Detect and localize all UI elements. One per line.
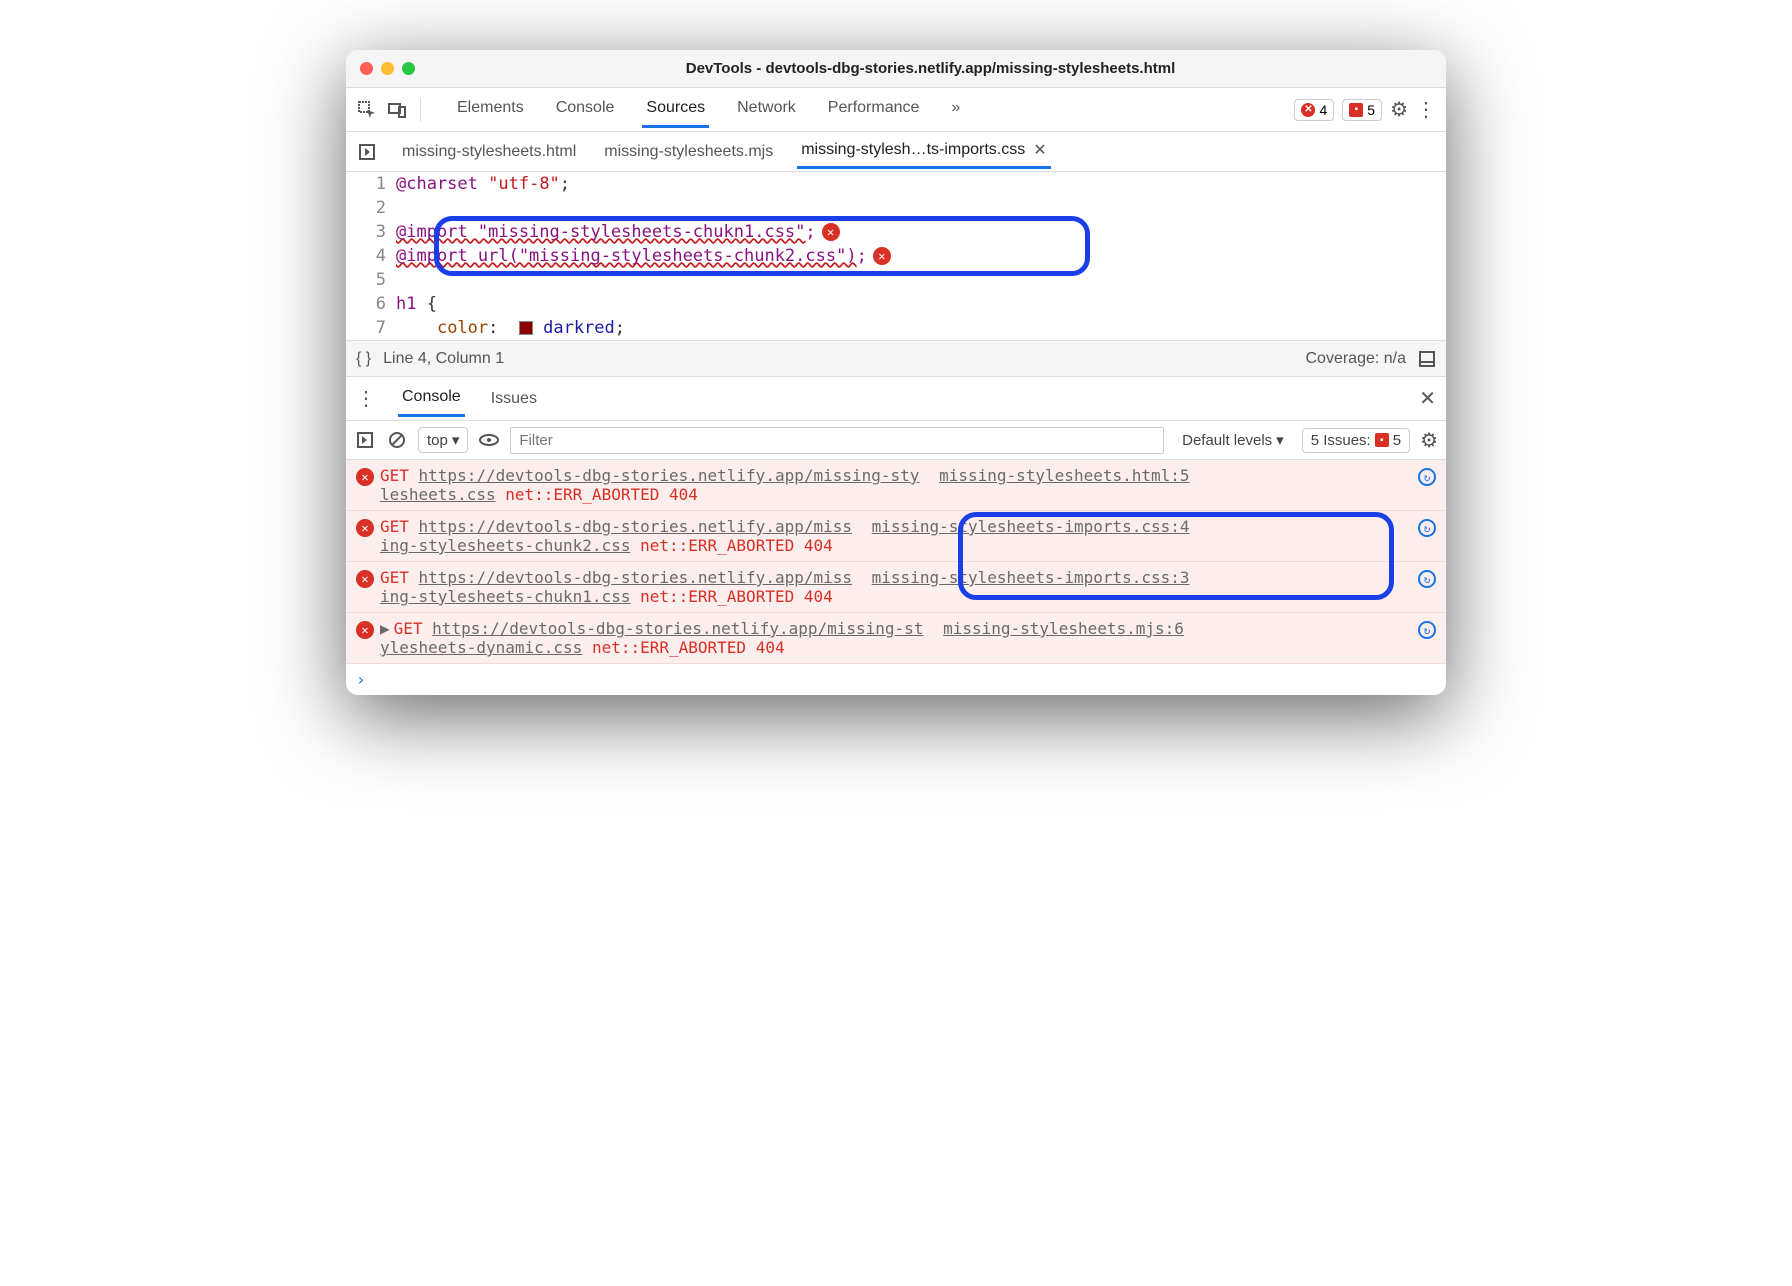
console-row[interactable]: ✕▶GET https://devtools-dbg-stories.netli… (346, 613, 1446, 664)
file-tab-2[interactable]: missing-stylesh…ts-imports.css ✕ (797, 134, 1050, 169)
levels-selector[interactable]: Default levels ▾ (1174, 428, 1292, 452)
main-toolbar: Elements Console Sources Network Perform… (346, 88, 1446, 132)
error-icon: ✕ (356, 519, 374, 537)
console-row[interactable]: ✕GET https://devtools-dbg-stories.netlif… (346, 460, 1446, 511)
sidebar-icon[interactable] (1418, 350, 1436, 368)
error-count: 4 (1319, 102, 1327, 118)
context-selector[interactable]: top ▾ (418, 427, 468, 453)
console-row[interactable]: ✕GET https://devtools-dbg-stories.netlif… (346, 562, 1446, 613)
issue-count: 5 (1367, 102, 1375, 118)
close-icon[interactable]: ✕ (1033, 140, 1046, 160)
minimize-icon[interactable] (381, 62, 394, 75)
expand-icon[interactable]: ▶ (380, 619, 390, 638)
issues-button[interactable]: 5 Issues: ▪ 5 (1302, 428, 1410, 453)
source-link[interactable]: missing-stylesheets-imports.css:3 (872, 568, 1190, 587)
refresh-icon[interactable]: ↻ (1418, 468, 1436, 486)
drawer-tab-issues[interactable]: Issues (487, 382, 541, 416)
chevron-down-icon: ▾ (452, 431, 460, 449)
code-area[interactable]: @charset "utf-8"; @import "missing-style… (396, 172, 1446, 340)
source-link[interactable]: missing-stylesheets-imports.css:4 (872, 517, 1190, 536)
tab-network[interactable]: Network (733, 91, 800, 128)
error-icon: ✕ (356, 621, 374, 639)
file-tabs: missing-stylesheets.html missing-stylesh… (346, 132, 1446, 172)
issue-icon: ▪ (1349, 103, 1363, 117)
console-toolbar: top ▾ Default levels ▾ 5 Issues: ▪ 5 ⚙ (346, 420, 1446, 460)
sidebar-toggle-icon[interactable] (354, 429, 376, 451)
code-editor[interactable]: 1234567 @charset "utf-8"; @import "missi… (346, 172, 1446, 340)
source-link[interactable]: missing-stylesheets.html:5 (939, 466, 1189, 485)
clear-icon[interactable] (386, 429, 408, 451)
tab-elements[interactable]: Elements (453, 91, 528, 128)
cursor-position: Line 4, Column 1 (383, 350, 504, 368)
kebab-icon[interactable]: ⋮ (1416, 97, 1436, 122)
error-icon: ✕ (356, 468, 374, 486)
status-bar: { } Line 4, Column 1 Coverage: n/a (346, 340, 1446, 376)
error-icon: ✕ (356, 570, 374, 588)
drawer-tab-console[interactable]: Console (398, 380, 465, 417)
device-icon[interactable] (386, 99, 408, 121)
window-title: DevTools - devtools-dbg-stories.netlify.… (429, 60, 1432, 77)
gear-icon[interactable]: ⚙ (1420, 428, 1438, 453)
gutter: 1234567 (346, 172, 396, 340)
drawer-tabs: ⋮ Console Issues ✕ (346, 376, 1446, 420)
maximize-icon[interactable] (402, 62, 415, 75)
tab-performance[interactable]: Performance (824, 91, 924, 128)
console-row[interactable]: ✕GET https://devtools-dbg-stories.netlif… (346, 511, 1446, 562)
close-icon[interactable]: ✕ (1419, 386, 1436, 411)
traffic-lights (360, 62, 415, 75)
filter-input[interactable] (510, 427, 1164, 454)
tab-sources[interactable]: Sources (642, 91, 709, 128)
tab-more[interactable]: » (947, 91, 964, 128)
error-icon: ✕ (1301, 103, 1315, 117)
close-icon[interactable] (360, 62, 373, 75)
source-link[interactable]: missing-stylesheets.mjs:6 (943, 619, 1184, 638)
drawer-kebab-icon[interactable]: ⋮ (356, 386, 376, 411)
gear-icon[interactable]: ⚙ (1390, 97, 1408, 122)
braces-icon[interactable]: { } (356, 350, 371, 368)
refresh-icon[interactable]: ↻ (1418, 570, 1436, 588)
refresh-icon[interactable]: ↻ (1418, 519, 1436, 537)
tab-console[interactable]: Console (552, 91, 619, 128)
titlebar: DevTools - devtools-dbg-stories.netlify.… (346, 50, 1446, 88)
coverage-label[interactable]: Coverage: n/a (1305, 350, 1406, 368)
chevron-down-icon: ▾ (1276, 431, 1284, 449)
error-badge[interactable]: ✕ 4 (1294, 99, 1334, 121)
file-tab-0[interactable]: missing-stylesheets.html (398, 137, 580, 167)
devtools-window: DevTools - devtools-dbg-stories.netlify.… (346, 50, 1446, 695)
file-tab-1[interactable]: missing-stylesheets.mjs (600, 137, 777, 167)
navigator-icon[interactable] (356, 141, 378, 163)
issue-badge[interactable]: ▪ 5 (1342, 99, 1382, 121)
refresh-icon[interactable]: ↻ (1418, 621, 1436, 639)
panel-tabs: Elements Console Sources Network Perform… (453, 91, 964, 128)
console-prompt[interactable]: › (346, 664, 1446, 695)
eye-icon[interactable] (478, 429, 500, 451)
issue-icon: ▪ (1375, 433, 1389, 447)
inspect-icon[interactable] (356, 99, 378, 121)
console-rows: ✕GET https://devtools-dbg-stories.netlif… (346, 460, 1446, 664)
